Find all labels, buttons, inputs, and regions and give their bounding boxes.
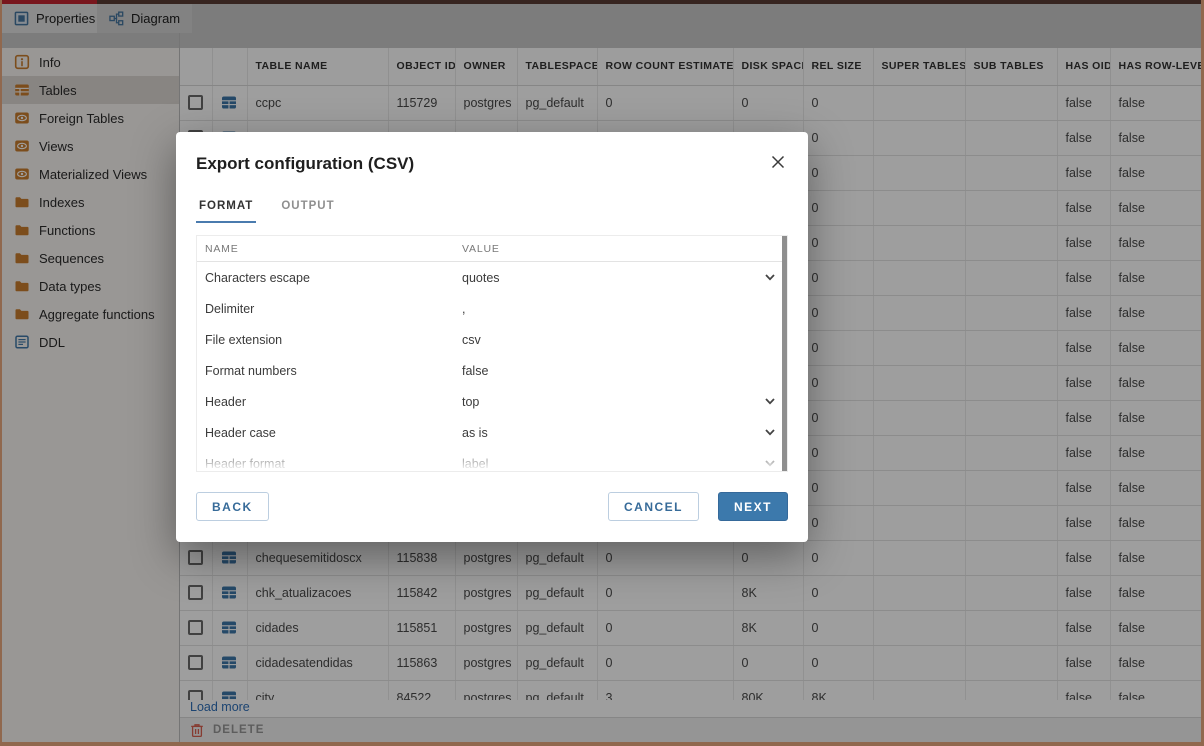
close-icon[interactable] — [769, 153, 787, 171]
chevron-down-icon — [765, 429, 775, 436]
setting-name: Header format — [197, 457, 462, 471]
setting-value: , — [462, 302, 465, 316]
format-settings-grid: NAME VALUE Characters escape quotes Deli… — [196, 235, 788, 472]
next-button[interactable]: NEXT — [718, 492, 788, 521]
setting-value: false — [462, 364, 488, 378]
setting-row: File extension csv — [197, 324, 787, 355]
setting-value-select[interactable]: false — [462, 364, 787, 378]
setting-row: Format numbers false — [197, 355, 787, 386]
setting-value: csv — [462, 333, 481, 347]
cancel-button[interactable]: CANCEL — [608, 492, 699, 521]
setting-row: Header case as is — [197, 417, 787, 448]
setting-row: Delimiter , — [197, 293, 787, 324]
setting-name: File extension — [197, 333, 462, 347]
setting-value-select[interactable]: csv — [462, 333, 787, 347]
setting-value-select[interactable]: , — [462, 302, 787, 316]
chevron-down-icon — [765, 274, 775, 281]
setting-name: Format numbers — [197, 364, 462, 378]
app-window: Properties Diagram Info Tables Foreign T… — [0, 0, 1204, 746]
setting-value: as is — [462, 426, 488, 440]
back-button[interactable]: BACK — [196, 492, 269, 521]
setting-value-select[interactable]: top — [462, 395, 787, 409]
setting-name: Header — [197, 395, 462, 409]
chevron-down-icon — [765, 460, 775, 467]
export-configuration-dialog: Export configuration (CSV) FORMAT OUTPUT… — [176, 132, 808, 542]
dialog-title: Export configuration (CSV) — [196, 154, 414, 174]
setting-name: Delimiter — [197, 302, 462, 316]
value-column-header: VALUE — [462, 243, 787, 255]
setting-row: Header format label — [197, 448, 787, 472]
chevron-down-icon — [765, 398, 775, 405]
setting-value-select[interactable]: quotes — [462, 271, 787, 285]
setting-value: quotes — [462, 271, 500, 285]
setting-name: Characters escape — [197, 271, 462, 285]
tab-output[interactable]: OUTPUT — [278, 198, 337, 223]
settings-grid-header: NAME VALUE — [197, 236, 787, 262]
setting-name: Header case — [197, 426, 462, 440]
setting-value: top — [462, 395, 479, 409]
setting-row: Characters escape quotes — [197, 262, 787, 293]
setting-value-select[interactable]: label — [462, 457, 787, 471]
name-column-header: NAME — [197, 243, 462, 255]
setting-value-select[interactable]: as is — [462, 426, 787, 440]
tab-format[interactable]: FORMAT — [196, 198, 256, 223]
settings-scrollbar[interactable] — [782, 236, 787, 471]
dialog-tabs: FORMAT OUTPUT — [196, 198, 338, 223]
setting-value: label — [462, 457, 488, 471]
setting-row: Header top — [197, 386, 787, 417]
